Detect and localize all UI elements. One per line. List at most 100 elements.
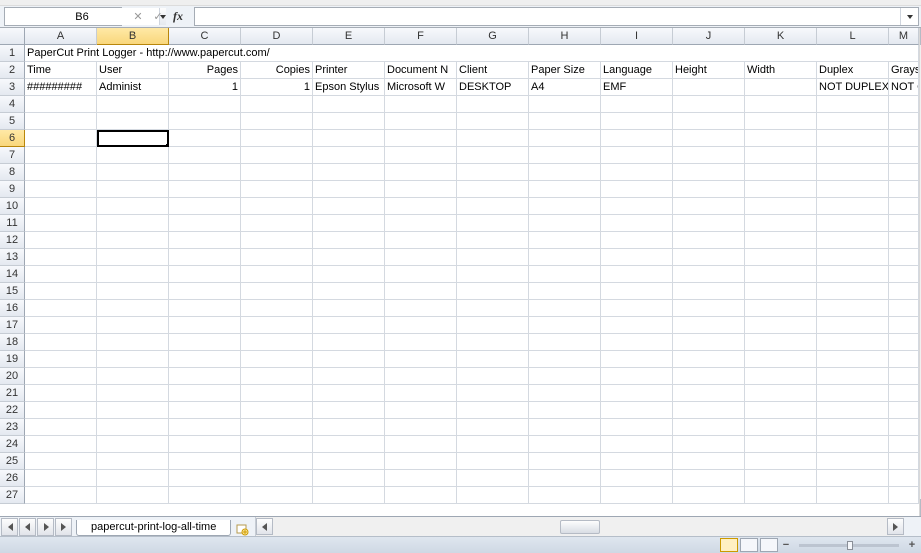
cell[interactable] (313, 351, 385, 368)
formula-input[interactable] (195, 8, 900, 25)
cell[interactable] (673, 368, 745, 385)
column-header[interactable]: K (745, 28, 817, 45)
cell[interactable] (313, 215, 385, 232)
cell[interactable] (457, 453, 529, 470)
cell[interactable] (169, 96, 241, 113)
cell[interactable] (745, 266, 817, 283)
cell[interactable] (97, 453, 169, 470)
cell[interactable] (241, 351, 313, 368)
tab-nav-next[interactable] (37, 518, 54, 536)
cell[interactable] (529, 164, 601, 181)
cell[interactable]: Grays (889, 62, 919, 79)
cell[interactable] (601, 334, 673, 351)
cell[interactable] (97, 317, 169, 334)
cell[interactable] (889, 130, 919, 147)
cell[interactable] (97, 96, 169, 113)
cell[interactable] (25, 487, 97, 504)
cell[interactable] (169, 198, 241, 215)
cell[interactable] (889, 113, 919, 130)
cell[interactable] (529, 436, 601, 453)
cell[interactable] (889, 215, 919, 232)
cell[interactable]: NOT DUPLEX (817, 79, 889, 96)
cell[interactable] (241, 419, 313, 436)
cell[interactable] (169, 283, 241, 300)
cell[interactable] (673, 419, 745, 436)
cell[interactable] (673, 147, 745, 164)
cell[interactable]: User (97, 62, 169, 79)
cell[interactable] (97, 470, 169, 487)
cell[interactable] (817, 113, 889, 130)
insert-sheet-button[interactable] (235, 522, 249, 536)
cell[interactable] (457, 300, 529, 317)
cell[interactable] (241, 232, 313, 249)
cell[interactable] (817, 266, 889, 283)
row-header[interactable]: 10 (0, 198, 25, 215)
cell[interactable] (673, 436, 745, 453)
cell[interactable] (313, 402, 385, 419)
cell[interactable] (97, 232, 169, 249)
cell[interactable] (385, 147, 457, 164)
cell[interactable] (745, 249, 817, 266)
cell[interactable] (169, 419, 241, 436)
cell[interactable] (241, 283, 313, 300)
cell[interactable] (745, 453, 817, 470)
cell[interactable] (673, 266, 745, 283)
cell[interactable] (313, 419, 385, 436)
cell[interactable] (745, 147, 817, 164)
cell[interactable] (529, 215, 601, 232)
row-header[interactable]: 17 (0, 317, 25, 334)
cell[interactable] (241, 368, 313, 385)
cell[interactable] (25, 266, 97, 283)
cell[interactable] (97, 113, 169, 130)
cell[interactable] (745, 436, 817, 453)
row-header[interactable]: 25 (0, 453, 25, 470)
row-header[interactable]: 15 (0, 283, 25, 300)
cell[interactable] (385, 453, 457, 470)
zoom-slider-thumb[interactable] (847, 541, 853, 550)
cell[interactable] (313, 232, 385, 249)
sheet-tab[interactable]: papercut-print-log-all-time (76, 520, 231, 536)
cell[interactable] (601, 402, 673, 419)
cell[interactable] (25, 317, 97, 334)
cell[interactable] (817, 368, 889, 385)
row-header[interactable]: 26 (0, 470, 25, 487)
cell[interactable] (385, 368, 457, 385)
column-header[interactable]: H (529, 28, 601, 45)
cell[interactable] (169, 266, 241, 283)
cell[interactable] (745, 232, 817, 249)
cell[interactable] (169, 164, 241, 181)
column-header[interactable]: M (889, 28, 919, 45)
cell[interactable] (25, 402, 97, 419)
scroll-left-button[interactable] (256, 518, 273, 535)
cell[interactable] (457, 334, 529, 351)
cell[interactable] (601, 436, 673, 453)
cell[interactable] (97, 402, 169, 419)
cell[interactable] (745, 334, 817, 351)
cell[interactable] (241, 181, 313, 198)
cell[interactable] (745, 79, 817, 96)
cell[interactable] (385, 385, 457, 402)
cell[interactable] (25, 453, 97, 470)
cell[interactable] (385, 402, 457, 419)
cell[interactable]: Administ (97, 79, 169, 96)
cell[interactable] (457, 351, 529, 368)
column-header[interactable]: E (313, 28, 385, 45)
cell[interactable]: NOT G (889, 79, 919, 96)
cell[interactable] (889, 198, 919, 215)
cell[interactable] (601, 215, 673, 232)
cell[interactable] (97, 164, 169, 181)
cell[interactable] (169, 249, 241, 266)
cell[interactable] (97, 334, 169, 351)
cell[interactable] (241, 300, 313, 317)
cell[interactable] (817, 436, 889, 453)
cell[interactable] (25, 436, 97, 453)
row-header[interactable]: 9 (0, 181, 25, 198)
cell[interactable] (529, 198, 601, 215)
cell[interactable] (745, 317, 817, 334)
tab-nav-prev[interactable] (19, 518, 36, 536)
cell[interactable] (241, 147, 313, 164)
cell[interactable] (529, 368, 601, 385)
cell[interactable] (817, 147, 889, 164)
cell[interactable] (745, 402, 817, 419)
cell[interactable] (601, 181, 673, 198)
